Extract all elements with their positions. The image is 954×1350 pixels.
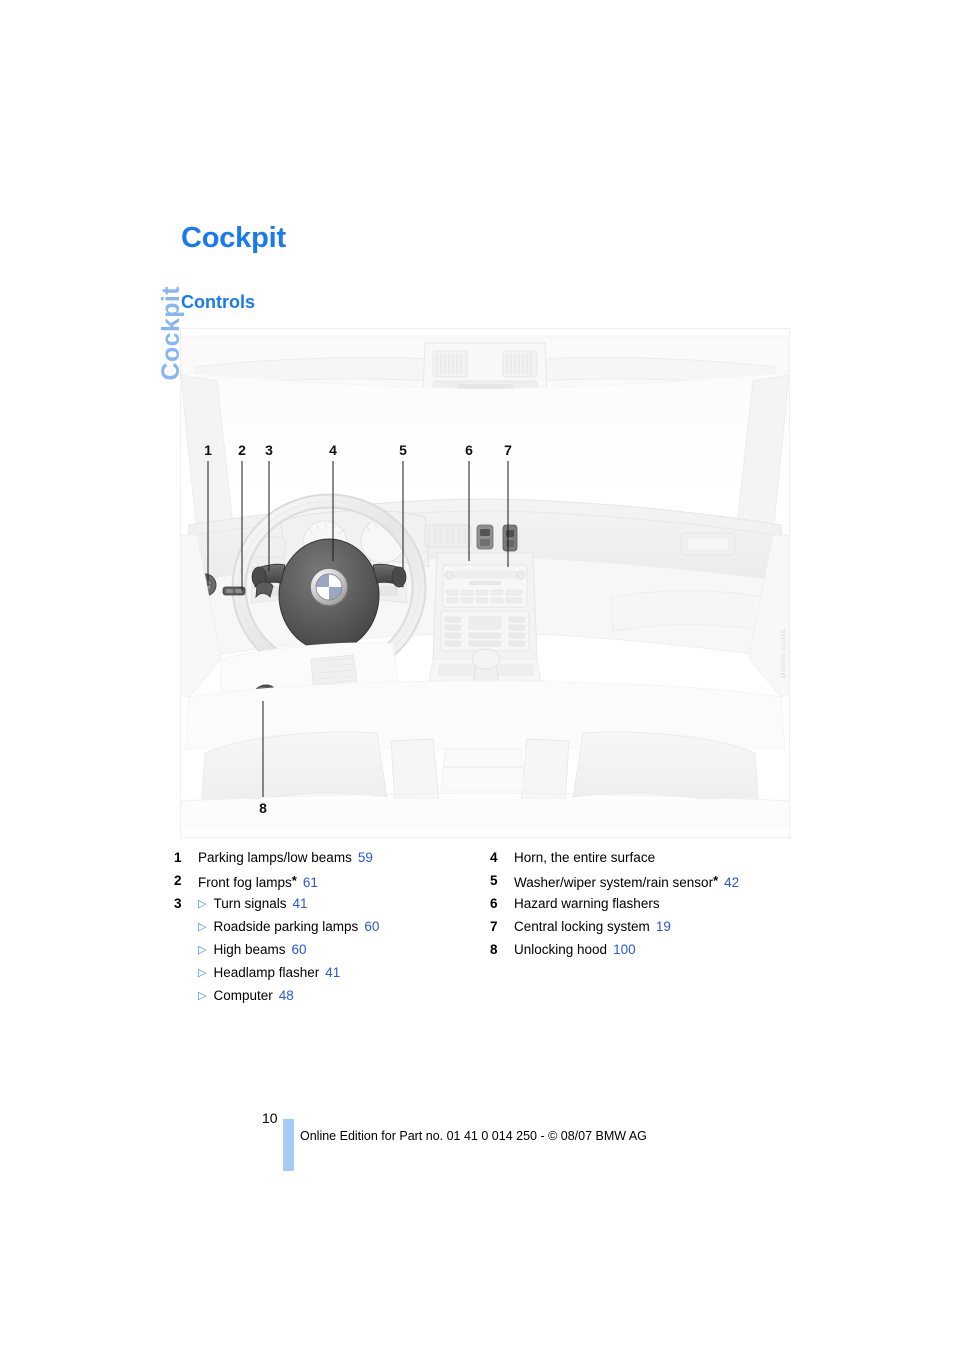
legend-row: 6 Hazard warning flashers (490, 892, 820, 915)
page-reference[interactable]: 41 (325, 965, 340, 980)
footer-text: Online Edition for Part no. 01 41 0 014 … (300, 1129, 647, 1143)
page-reference[interactable]: 42 (724, 875, 739, 890)
triangle-bullet-icon: ▷ (198, 898, 207, 910)
legend-text: Central locking system (514, 919, 650, 934)
legend-row: 4 Horn, the entire surface (490, 846, 820, 869)
svg-text:4: 4 (329, 442, 337, 458)
svg-text:8: 8 (259, 800, 267, 816)
legend-label: ▷ Turn signals 41 (198, 892, 308, 917)
legend-label: ▷ High beams 60 (198, 938, 307, 963)
triangle-bullet-icon: ▷ (198, 967, 207, 979)
svg-text:7: 7 (504, 442, 512, 458)
legend-number: 4 (490, 850, 498, 865)
legend-number: 2 (174, 873, 182, 888)
optional-equipment-asterisk: * (291, 873, 297, 888)
legend-number: 1 (174, 850, 182, 865)
legend-text: Parking lamps/low beams (198, 850, 352, 865)
legend-label: ▷ Roadside parking lamps 60 (198, 915, 379, 940)
page-reference[interactable]: 60 (364, 919, 379, 934)
page-number: 10 (262, 1110, 278, 1126)
svg-text:5: 5 (399, 442, 407, 458)
svg-text:6: 6 (465, 442, 473, 458)
legend-text: Hazard warning flashers (514, 896, 660, 911)
legend-row: 1 Parking lamps/low beams 59 (174, 846, 504, 869)
legend-label: ▷ Headlamp flasher 41 (198, 961, 340, 986)
page-reference[interactable]: 61 (303, 875, 318, 890)
legend-text: Washer/wiper system/rain sensor (514, 875, 714, 890)
legend-label: Horn, the entire surface (514, 846, 655, 869)
legend-number: 6 (490, 896, 498, 911)
svg-text:3: 3 (265, 442, 273, 458)
figure-watermark: MNDIR AGNA (781, 629, 788, 679)
legend-text: High beams (213, 942, 286, 957)
cockpit-drawing: 1 2 3 4 5 6 7 8 (181, 329, 789, 837)
legend-number: 5 (490, 873, 498, 888)
legend-label: Hazard warning flashers (514, 892, 660, 915)
legend-number: 7 (490, 919, 498, 934)
footer-accent-bar (283, 1119, 294, 1171)
cockpit-controls-illustration: 1 2 3 4 5 6 7 8 MNDIR AGNA (180, 328, 790, 838)
legend-label: Central locking system 19 (514, 915, 671, 938)
optional-equipment-asterisk: * (713, 873, 719, 888)
legend-row: 7 Central locking system 19 (490, 915, 820, 938)
legend-text: Roadside parking lamps (213, 919, 359, 934)
legend-text: Headlamp flasher (213, 965, 320, 980)
chapter-tab: Cockpit (0, 214, 185, 380)
legend-label: Unlocking hood 100 (514, 938, 636, 961)
legend-label: Washer/wiper system/rain sensor* 42 (514, 869, 739, 894)
legend-column-left: 1 Parking lamps/low beams 59 2 Front fog lam… (174, 846, 504, 1007)
page-reference[interactable]: 100 (613, 942, 636, 957)
legend-row: 2 Front fog lamps* 61 (174, 869, 504, 892)
legend-row: ▷ Headlamp flasher 41 (174, 961, 504, 984)
legend-label: Front fog lamps* 61 (198, 869, 318, 894)
legend-number: 8 (490, 942, 498, 957)
legend-row: 5 Washer/wiper system/rain sensor* 42 (490, 869, 820, 892)
legend-text: Unlocking hood (514, 942, 608, 957)
legend-text: Front fog lamps (198, 875, 292, 890)
triangle-bullet-icon: ▷ (198, 944, 207, 956)
legend-label: ▷ Computer 48 (198, 984, 294, 1009)
legend-label: Parking lamps/low beams 59 (198, 846, 373, 869)
legend-row: 3 ▷ Turn signals 41 (174, 892, 504, 915)
section-title: Controls (181, 292, 255, 312)
triangle-bullet-icon: ▷ (198, 990, 207, 1002)
page-title: Cockpit (181, 222, 286, 254)
svg-text:2: 2 (238, 442, 246, 458)
legend-row: ▷ High beams 60 (174, 938, 504, 961)
triangle-bullet-icon: ▷ (198, 921, 207, 933)
legend-text: Computer (213, 988, 273, 1003)
page-reference[interactable]: 19 (656, 919, 671, 934)
page-reference[interactable]: 59 (358, 850, 373, 865)
page-reference[interactable]: 41 (293, 896, 308, 911)
legend-row: ▷ Computer 48 (174, 984, 504, 1007)
legend-row: 8 Unlocking hood 100 (490, 938, 820, 961)
svg-text:1: 1 (204, 442, 212, 458)
legend-column-right: 4 Horn, the entire surface 5 Washer/wiper s… (490, 846, 820, 961)
legend-text: Turn signals (213, 896, 287, 911)
page-reference[interactable]: 60 (292, 942, 307, 957)
page-reference[interactable]: 48 (279, 988, 294, 1003)
legend-text: Horn, the entire surface (514, 850, 656, 865)
legend-row: ▷ Roadside parking lamps 60 (174, 915, 504, 938)
legend-number: 3 (174, 896, 182, 911)
